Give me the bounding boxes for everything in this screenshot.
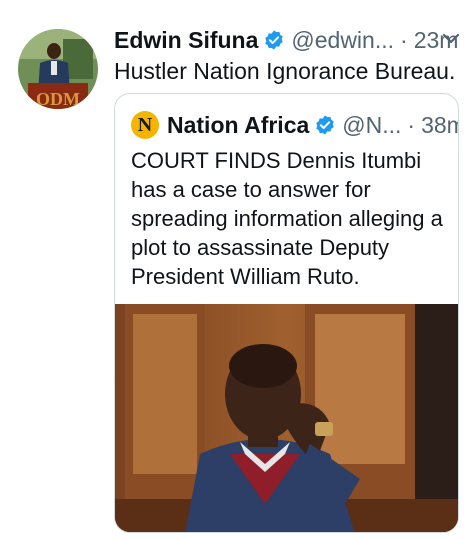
- author-handle[interactable]: @edwin...: [291, 27, 394, 54]
- quoted-tweet-timestamp: 38m: [421, 111, 458, 138]
- quoted-author-name: Nation Africa: [167, 111, 310, 138]
- quoted-tweet-text: COURT FINDS Dennis Itumbi has a case to …: [131, 146, 451, 291]
- quoted-author-handle: @N...: [342, 111, 402, 138]
- quoted-text-line: has a case to answer for: [131, 177, 371, 202]
- svg-text:ODM: ODM: [36, 89, 80, 109]
- separator-dot: ·: [400, 26, 408, 53]
- quoted-tweet-header: N Nation Africa @N... · 38m: [131, 110, 458, 140]
- author-name[interactable]: Edwin Sifuna: [114, 27, 258, 54]
- quoted-text-line: plot to assassinate Deputy: [131, 235, 390, 260]
- author-avatar[interactable]: ODM: [18, 29, 98, 109]
- quoted-tweet-card[interactable]: N Nation Africa @N... · 38m COURT FINDS …: [114, 93, 459, 533]
- chevron-down-icon[interactable]: [441, 29, 461, 49]
- tweet-text: Hustler Nation Ignorance Bureau.: [114, 58, 456, 84]
- quoted-text-line: spreading information alleging a: [131, 206, 443, 231]
- quoted-text-line: President William Ruto.: [131, 264, 360, 289]
- quoted-tweet-photo[interactable]: [115, 304, 458, 532]
- tweet-header: Edwin Sifuna @edwin... · 23m: [114, 26, 458, 54]
- verified-badge-icon: [263, 29, 285, 51]
- separator-dot: ·: [407, 111, 416, 138]
- quoted-text-line: COURT FINDS Dennis Itumbi: [131, 148, 422, 173]
- verified-badge-icon: [314, 114, 336, 136]
- nation-africa-logo: N: [131, 111, 159, 139]
